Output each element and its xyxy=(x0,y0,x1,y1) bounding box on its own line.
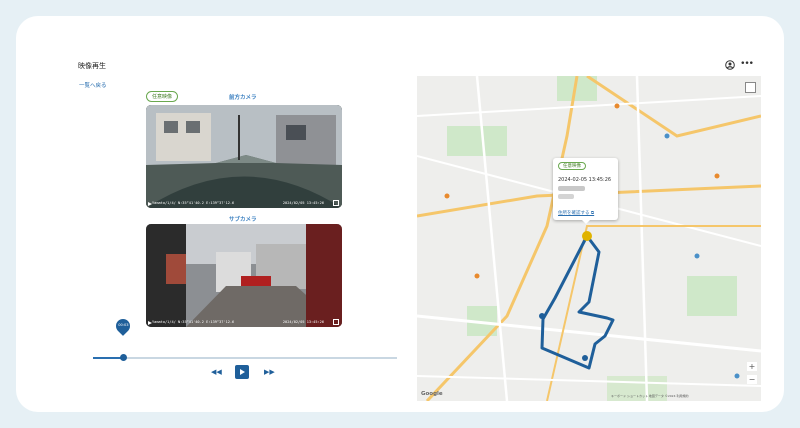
popup-address-redacted-2 xyxy=(558,194,574,199)
map-attribution: キーボード ショートカット 地図データ ©2024 利用規約 xyxy=(611,394,689,398)
play-button[interactable] xyxy=(235,365,249,379)
top-bar: 映像再生 ••• xyxy=(71,56,761,77)
google-logo: Google xyxy=(421,391,443,397)
front-camera-video[interactable]: Yamato/1/4/ N:35°41'40.2 E:139°37'12.6 2… xyxy=(146,105,342,208)
back-to-list-link[interactable]: 一覧へ戻る xyxy=(79,81,107,89)
video-playback-page: 映像再生 ••• 一覧へ戻る 任意映像 前方カメラ Yamato/1/4/ N:… xyxy=(71,56,761,401)
playback-time-text: 00:03 xyxy=(118,323,129,327)
popup-tail xyxy=(582,220,590,224)
popup-video-type-tag: 任意映像 xyxy=(558,162,586,170)
seek-bar[interactable] xyxy=(93,354,397,361)
check-address-link[interactable]: 住所を確認する ⧉ xyxy=(558,210,594,216)
app-frame: 映像再生 ••• 一覧へ戻る 任意映像 前方カメラ Yamato/1/4/ N:… xyxy=(16,16,784,412)
map-info-popup: 任意映像 2024-02-05 13:45:26 住所を確認する ⧉ xyxy=(553,158,618,224)
seek-bar-fill xyxy=(93,357,124,359)
video-type-tag: 任意映像 xyxy=(146,91,179,102)
seek-bar-handle[interactable] xyxy=(120,354,128,361)
user-account-icon[interactable] xyxy=(725,60,735,70)
front-video-stamp: Yamato/1/4/ N:35°41'40.2 E:139°37'12.6 xyxy=(152,201,235,205)
more-options-icon[interactable]: ••• xyxy=(740,59,754,69)
popup-address-redacted xyxy=(558,186,585,191)
popup-date: 2024-02-05 13:45:26 xyxy=(558,177,612,183)
sub-video-stamp: Yamato/1/4/ N:35°41'40.2 E:139°37'12.6 xyxy=(152,320,235,324)
front-camera-label: 前方カメラ xyxy=(229,95,257,101)
sub-video-fullscreen-icon[interactable] xyxy=(333,319,339,325)
video-panel: 一覧へ戻る 任意映像 前方カメラ Yamato/1/4/ N:35°41'40.… xyxy=(71,76,417,401)
map-fullscreen-button[interactable] xyxy=(745,82,756,93)
map-canvas[interactable] xyxy=(417,76,761,401)
sub-camera-label: サブカメラ xyxy=(229,217,257,223)
rewind-button[interactable]: ◀◀ xyxy=(211,368,222,376)
front-video-fullscreen-icon[interactable] xyxy=(333,200,339,206)
page-title: 映像再生 xyxy=(78,62,106,70)
sub-camera-video[interactable]: Yamato/1/4/ N:35°41'40.2 E:139°37'12.6 2… xyxy=(146,224,342,327)
front-video-date: 2024/02/05 13:45:26 xyxy=(282,201,324,205)
map-panel[interactable]: 任意映像 2024-02-05 13:45:26 住所を確認する ⧉ + − G… xyxy=(417,76,761,401)
zoom-in-button[interactable]: + xyxy=(747,362,757,371)
sub-video-date: 2024/02/05 13:45:26 xyxy=(282,320,324,324)
fast-forward-button[interactable]: ▶▶ xyxy=(264,368,275,376)
zoom-out-button[interactable]: − xyxy=(747,375,757,384)
